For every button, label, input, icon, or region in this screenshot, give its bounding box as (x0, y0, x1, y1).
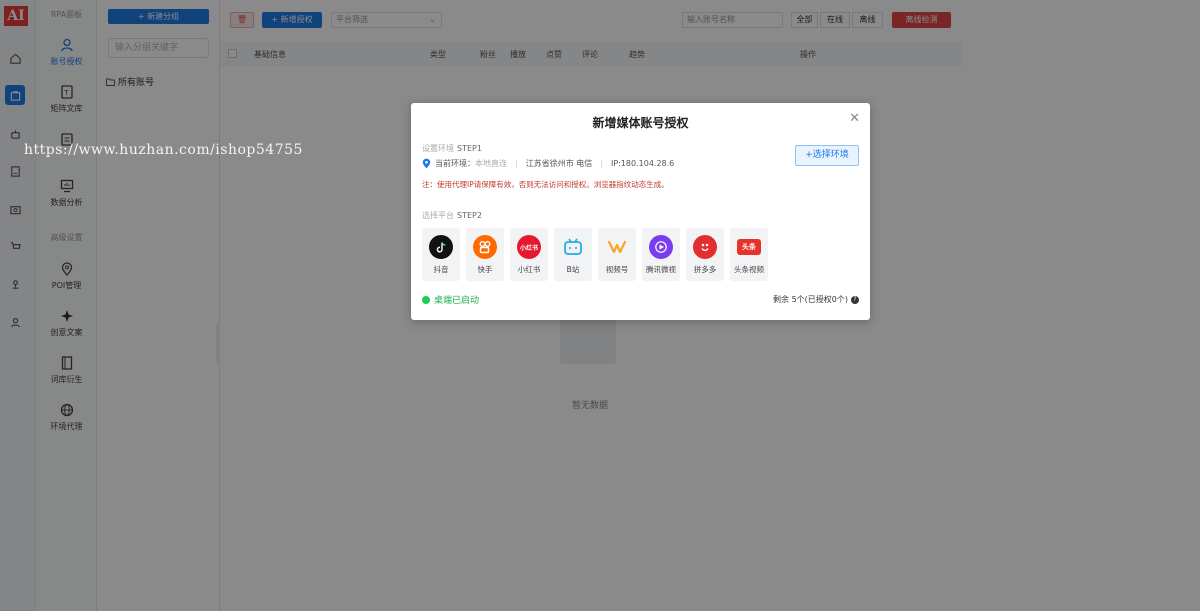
help-icon[interactable]: ? (851, 295, 859, 304)
platform-label: 抖音 (433, 265, 449, 274)
platform-label: 拼多多 (693, 265, 717, 274)
platform-shipinhao[interactable]: 视频号 (598, 228, 636, 281)
platform-label: 头条视频 (734, 265, 764, 274)
step2-text: 选择平台 (422, 211, 454, 220)
step2-label: 选择平台 STEP2 (422, 210, 482, 221)
desktop-status: 桌端已启动 (422, 293, 479, 306)
step1-label: 设置环境 STEP1 (422, 143, 482, 154)
remaining-quota: 剩余 5个(已授权0个) ? (773, 294, 859, 305)
close-icon[interactable]: ✕ (849, 111, 860, 126)
status-dot-icon (422, 295, 430, 304)
platform-bilibili[interactable]: B站 (554, 228, 592, 281)
status-text: 桌端已启动 (434, 296, 480, 306)
xiaohongshu-icon: 小红书 (517, 235, 541, 259)
platform-kuaishou[interactable]: 快手 (466, 228, 504, 281)
platform-label: 快手 (477, 265, 493, 274)
proxy-warning: 注：使用代理IP请保障有效，否则无法访问和授权。浏览器指纹动态生成。 (422, 180, 669, 189)
env-location: 江苏省徐州市 电信 (525, 159, 593, 168)
toutiao-icon: 头条 (737, 239, 761, 255)
step2-tag: STEP2 (457, 211, 482, 220)
modal-title: 新增媒体账号授权 (592, 116, 689, 130)
platform-toutiao[interactable]: 头条 头条视频 (730, 228, 768, 281)
divider: | (600, 159, 603, 168)
weishi-icon (649, 235, 673, 259)
watermark-text: https://www.huzhan.com/ishop54755 (24, 142, 303, 158)
env-ip: IP:180.104.28.6 (610, 159, 675, 168)
divider: | (515, 159, 518, 168)
platform-pinduoduo[interactable]: 拼多多 (686, 228, 724, 281)
current-env-value: 本地直连 (475, 159, 507, 168)
bilibili-icon (561, 235, 585, 259)
remaining-text: 剩余 5个(已授权0个) (773, 295, 848, 304)
douyin-icon (429, 235, 453, 259)
current-env-row: 当前环境： 本地直连 | 江苏省徐州市 电信 | IP:180.104.28.6 (422, 158, 674, 169)
platform-label: 小红书 (517, 265, 541, 274)
current-env-label: 当前环境： (435, 159, 475, 168)
platform-douyin[interactable]: 抖音 (422, 228, 460, 281)
shipinhao-icon (605, 235, 629, 259)
platform-label: 腾讯微视 (646, 265, 676, 274)
platform-label: B站 (566, 265, 580, 274)
platform-weishi[interactable]: 腾讯微视 (642, 228, 680, 281)
location-pin-icon (422, 158, 431, 169)
choose-env-button[interactable]: +选择环境 (795, 145, 859, 166)
platform-xiaohongshu[interactable]: 小红书 小红书 (510, 228, 548, 281)
platform-list: 抖音 快手 小红书 小红书 B站 视频号 腾讯微视 拼多多 头条 头条视频 (422, 228, 768, 281)
step1-text: 设置环境 (422, 144, 454, 153)
pinduoduo-icon (693, 235, 717, 259)
platform-label: 视频号 (605, 265, 629, 274)
kuaishou-icon (473, 235, 497, 259)
add-media-account-modal: 新增媒体账号授权 ✕ 设置环境 STEP1 当前环境： 本地直连 | 江苏省徐州市… (411, 103, 870, 320)
step1-tag: STEP1 (457, 144, 482, 153)
